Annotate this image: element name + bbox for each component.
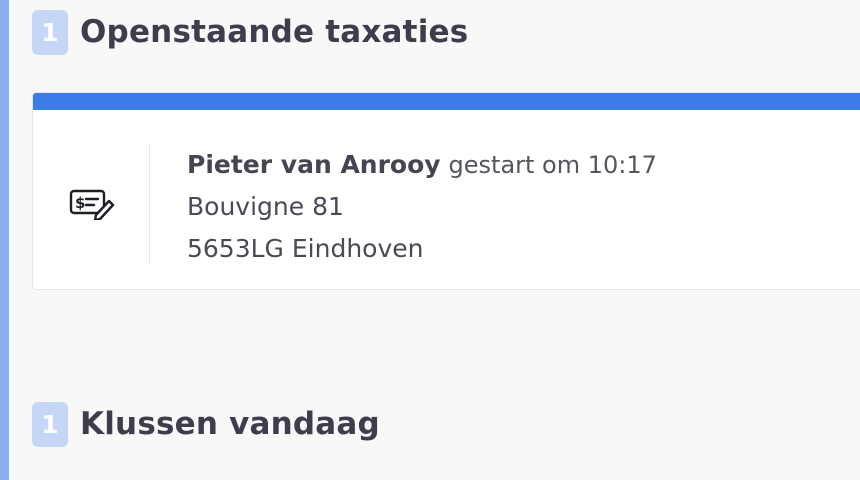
left-accent-bar	[0, 0, 9, 480]
count-badge: 1	[32, 401, 68, 447]
section-header-openstaande-taxaties: 1 Openstaande taxaties	[32, 9, 468, 55]
section-header-klussen-vandaag: 1 Klussen vandaag	[32, 401, 380, 447]
card-title-line: Pieter van Anrooy gestart om 10:17	[187, 144, 657, 186]
card-divider	[149, 143, 150, 263]
section-title: Klussen vandaag	[80, 406, 380, 442]
address-street: Bouvigne 81	[187, 192, 344, 221]
check-pen-icon: $	[69, 188, 115, 222]
page: 1 Openstaande taxaties $ Pieter van Anro…	[0, 0, 860, 480]
appraiser-name: Pieter van Anrooy	[187, 150, 441, 179]
card-body: $ Pieter van Anrooy gestart om 10:17 Bou…	[33, 110, 860, 289]
section-title: Openstaande taxaties	[80, 14, 469, 50]
address-city: 5653LG Eindhoven	[187, 234, 424, 263]
card-status-bar	[33, 93, 860, 110]
svg-text:$: $	[75, 194, 85, 212]
taxation-card[interactable]: $ Pieter van Anrooy gestart om 10:17 Bou…	[32, 92, 860, 290]
count-badge: 1	[32, 9, 68, 55]
card-details: Pieter van Anrooy gestart om 10:17 Bouvi…	[187, 144, 657, 270]
started-status: gestart om 10:17	[448, 151, 657, 179]
